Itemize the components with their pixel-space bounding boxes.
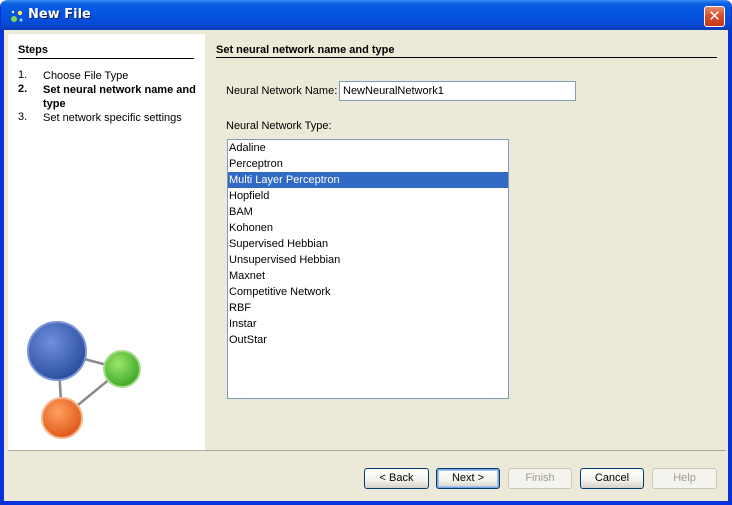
- network-type-label: Neural Network Type:: [226, 120, 332, 132]
- list-item[interactable]: Supervised Hebbian: [228, 236, 508, 252]
- step-label: Set network specific settings: [43, 112, 182, 124]
- list-item[interactable]: Competitive Network: [228, 284, 508, 300]
- close-icon: ✕: [708, 7, 721, 25]
- network-name-input[interactable]: [339, 81, 576, 101]
- footer-divider: [8, 450, 726, 451]
- new-file-sparkle-icon: [11, 10, 23, 22]
- title-divider: [216, 57, 717, 58]
- list-item[interactable]: Maxnet: [228, 268, 508, 284]
- list-item[interactable]: Instar: [228, 316, 508, 332]
- title-bar[interactable]: New File ✕: [1, 0, 731, 30]
- network-name-label: Neural Network Name:: [226, 85, 338, 97]
- list-item[interactable]: Kohonen: [228, 220, 508, 236]
- cancel-button[interactable]: Cancel: [580, 468, 644, 489]
- help-button[interactable]: Help: [652, 468, 717, 489]
- window-title: New File: [28, 7, 91, 22]
- step-number: 3.: [18, 111, 28, 123]
- list-item[interactable]: BAM: [228, 204, 508, 220]
- steps-title: Steps: [18, 44, 48, 56]
- list-item[interactable]: Adaline: [228, 140, 508, 156]
- list-item[interactable]: Hopfield: [228, 188, 508, 204]
- steps-panel: Steps 1. Choose File Type 2. Set neural …: [8, 34, 205, 450]
- step-label: Choose File Type: [43, 70, 129, 82]
- list-item[interactable]: RBF: [228, 300, 508, 316]
- window-frame-bottom: [1, 501, 731, 504]
- page-title: Set neural network name and type: [216, 44, 395, 56]
- close-button[interactable]: ✕: [704, 6, 725, 27]
- list-item[interactable]: Perceptron: [228, 156, 508, 172]
- new-file-dialog: New File ✕ Steps 1. Choose File Type 2. …: [0, 0, 732, 505]
- list-item[interactable]: Unsupervised Hebbian: [228, 252, 508, 268]
- finish-button[interactable]: Finish: [508, 468, 572, 489]
- network-nodes-icon: [27, 321, 141, 439]
- steps-divider: [18, 58, 194, 59]
- window-frame-left: [1, 30, 4, 504]
- next-button[interactable]: Next >: [436, 468, 500, 489]
- content-panel: Set neural network name and type Neural …: [205, 34, 726, 450]
- step-number: 2.: [18, 83, 28, 95]
- list-item-selected[interactable]: Multi Layer Perceptron: [228, 172, 508, 188]
- step-label: Set neural network name and type: [43, 84, 196, 110]
- list-item[interactable]: OutStar: [228, 332, 508, 348]
- network-type-list[interactable]: Adaline Perceptron Multi Layer Perceptro…: [227, 139, 509, 399]
- back-button[interactable]: < Back: [364, 468, 429, 489]
- step-number: 1.: [18, 69, 28, 81]
- window-frame-right: [728, 30, 731, 504]
